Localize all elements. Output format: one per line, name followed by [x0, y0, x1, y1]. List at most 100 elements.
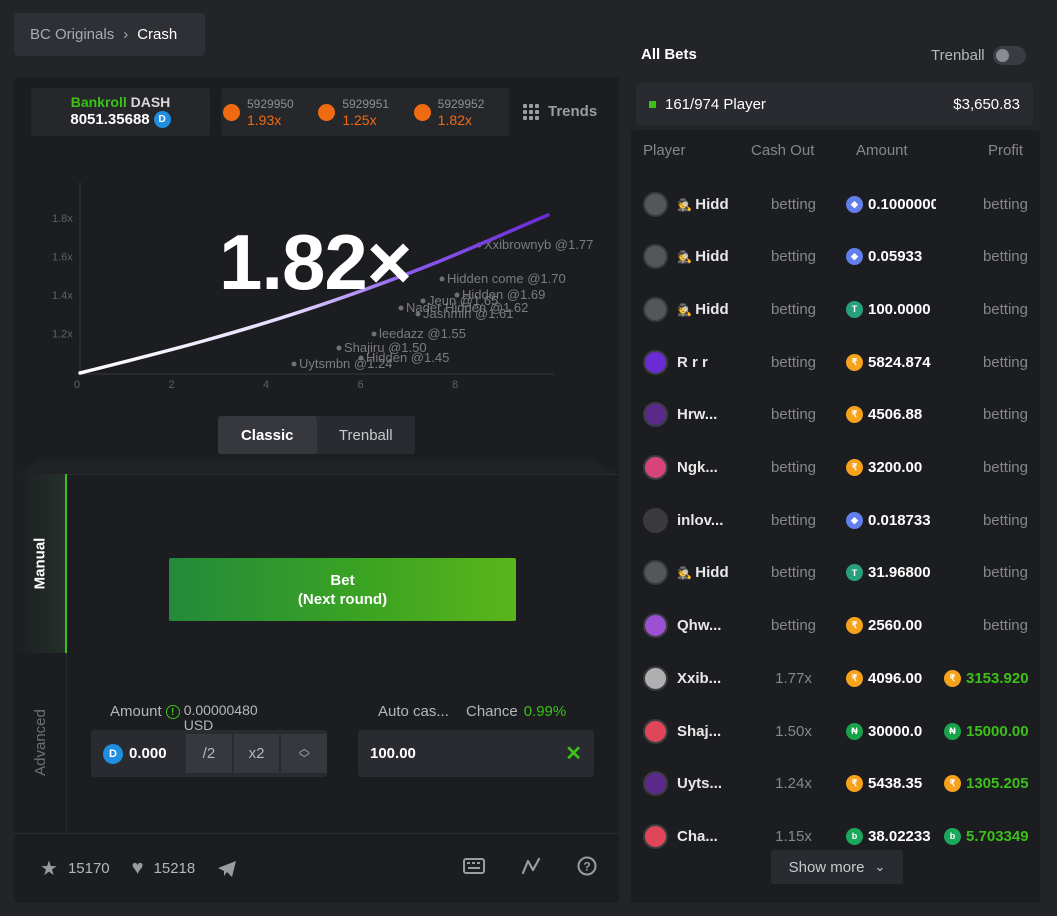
trends-button[interactable]: Trends — [523, 103, 597, 120]
avatar[interactable] — [643, 507, 668, 533]
bet-amount-value: 0.05933 — [868, 248, 923, 266]
avatar[interactable] — [643, 718, 668, 744]
bet-row[interactable]: 🕵 Hidd betting ◆ 0.10000000 betting — [631, 178, 1040, 230]
player-name[interactable]: Hrw... — [677, 406, 735, 423]
player-name[interactable]: 🕵 Hidd — [677, 564, 735, 581]
player-name-text: inlov... — [677, 511, 724, 529]
bet-row[interactable]: inlov... betting ◆ 0.018733 betting — [631, 494, 1040, 546]
info-icon[interactable]: ! — [165, 705, 180, 719]
chance-label: Chance — [466, 703, 518, 720]
bet-row[interactable]: Ngk... betting ₹3200.00 betting — [631, 442, 1040, 494]
profit-value: betting — [982, 459, 1028, 476]
bet-amount-value: 38.02233 — [868, 827, 931, 845]
player-name[interactable]: inlov... — [677, 512, 735, 529]
avatar[interactable] — [643, 823, 668, 849]
breadcrumb: BC Originals › Crash — [14, 13, 205, 56]
bet-amount-value: 100.0000 — [868, 300, 931, 318]
bet-row[interactable]: Shaj... 1.50x ₦ 30000.0 ₦ 15000.00 — [631, 705, 1040, 757]
bet-amount: ₹5438.35 — [846, 775, 936, 793]
favorite-button[interactable]: ★ 15170 — [40, 856, 110, 881]
bet-amount: T 100.0000 — [846, 300, 936, 318]
avatar[interactable] — [643, 455, 668, 480]
usdt-coin-icon: T — [846, 564, 863, 582]
avatar[interactable] — [643, 560, 668, 586]
show-more-button[interactable]: Show more ⌄ — [771, 850, 903, 884]
x-tick-label: 8 — [452, 379, 458, 391]
keyboard-icon[interactable] — [463, 858, 485, 874]
bet-amount-value: 5438.35 — [868, 775, 923, 793]
avatar[interactable] — [643, 402, 668, 428]
player-name[interactable]: Qhw... — [677, 617, 735, 634]
profit-value: betting — [982, 406, 1028, 424]
avatar[interactable] — [643, 244, 668, 270]
bet-amount: ₹4096.00 — [846, 669, 936, 687]
like-button[interactable]: ♥ 15218 — [132, 857, 196, 880]
history-item[interactable]: 5929952 1.82x — [413, 96, 509, 128]
cashout-value: betting — [770, 353, 817, 371]
half-amount-button[interactable]: /2 — [186, 734, 232, 773]
clear-icon[interactable]: ✕ — [565, 741, 582, 766]
avatar[interactable] — [643, 613, 668, 639]
avatar[interactable] — [643, 665, 668, 691]
tab-classic[interactable]: Classic — [218, 416, 317, 454]
profit-value: betting — [982, 248, 1028, 266]
help-icon[interactable]: ? — [577, 856, 597, 876]
amount-input[interactable]: 0.000 — [129, 745, 184, 762]
cashout-dot — [439, 276, 445, 282]
column-player: Player — [643, 142, 686, 159]
amount-stepper[interactable]: ︿ ﹀ — [281, 734, 327, 773]
cashout-value: betting — [770, 564, 817, 582]
cashout-value: 1.24x — [775, 775, 812, 793]
avatar[interactable] — [643, 771, 668, 797]
bet-amount-value: 31.96800 — [868, 564, 931, 582]
auto-cashout-input-group: 100.00 ✕ — [358, 730, 594, 777]
tab-trenball[interactable]: Trenball — [317, 416, 416, 454]
tab-advanced[interactable]: Advanced — [14, 653, 67, 832]
profit-value: betting — [982, 353, 1028, 371]
bet-row[interactable]: 🕵 Hidd betting T 31.96800 betting — [631, 547, 1040, 599]
cashout-value: betting — [770, 248, 817, 266]
player-name[interactable]: Shaj... — [677, 723, 735, 740]
bankroll-title: Bankroll DASH — [31, 94, 210, 110]
cashout-dot — [336, 345, 342, 351]
avatar[interactable] — [643, 296, 668, 322]
profit: betting — [944, 459, 1040, 476]
double-amount-button[interactable]: x2 — [233, 734, 280, 773]
auto-cashout-input[interactable]: 100.00 — [370, 745, 416, 762]
bet-row[interactable]: 🕵 Hidd betting T 100.0000 betting — [631, 283, 1040, 335]
history-item[interactable]: 5929950 1.93x — [223, 96, 318, 128]
profit-value: betting — [982, 300, 1028, 318]
player-name[interactable]: 🕵 Hidd — [677, 196, 735, 213]
stats-chart-icon[interactable] — [521, 856, 541, 876]
bet-button[interactable]: Bet (Next round) — [169, 558, 516, 621]
bet-amount-value: 5824.874 — [868, 353, 931, 371]
tab-manual-label: Manual — [31, 537, 48, 590]
trenball-toggle[interactable] — [992, 46, 1026, 65]
history-item[interactable]: 5929951 1.25x — [318, 96, 413, 128]
bet-amount-value: 0.10000000 — [868, 195, 936, 213]
bet-row[interactable]: Uyts... 1.24x ₹5438.35 ₹1305.205 — [631, 758, 1040, 810]
player-name[interactable]: Xxib... — [677, 670, 735, 687]
bet-row[interactable]: 🕵 Hidd betting ◆ 0.05933 betting — [631, 231, 1040, 283]
avatar[interactable] — [643, 191, 668, 217]
breadcrumb-parent-link[interactable]: BC Originals — [30, 26, 114, 43]
player-name[interactable]: R r r — [677, 354, 735, 371]
bankroll-box[interactable]: Bankroll DASH 8051.35688 D — [31, 88, 210, 136]
bet-row[interactable]: Qhw... betting ₹2560.00 betting — [631, 600, 1040, 652]
y-tick-label: 1.8x — [52, 213, 73, 225]
tab-manual[interactable]: Manual — [14, 474, 67, 653]
avatar[interactable] — [643, 349, 668, 375]
player-name[interactable]: 🕵 Hidd — [677, 301, 735, 318]
incognito-icon: 🕵 — [677, 197, 696, 212]
bet-row[interactable]: R r r betting ₹5824.874 betting — [631, 336, 1040, 388]
player-name-text: Shaj... — [677, 722, 722, 740]
player-name[interactable]: Cha... — [677, 828, 735, 845]
x-tick-label: 0 — [74, 379, 80, 391]
bet-row[interactable]: Hrw... betting ₹4506.88 betting — [631, 389, 1040, 441]
player-name[interactable]: 🕵 Hidd — [677, 248, 735, 265]
bet-row[interactable]: Xxib... 1.77x ₹4096.00 ₹3153.920 — [631, 652, 1040, 704]
player-name[interactable]: Uyts... — [677, 775, 735, 792]
bet-amount: ₹5824.874 — [846, 353, 936, 371]
share-button[interactable] — [217, 860, 237, 878]
player-name[interactable]: Ngk... — [677, 459, 735, 476]
